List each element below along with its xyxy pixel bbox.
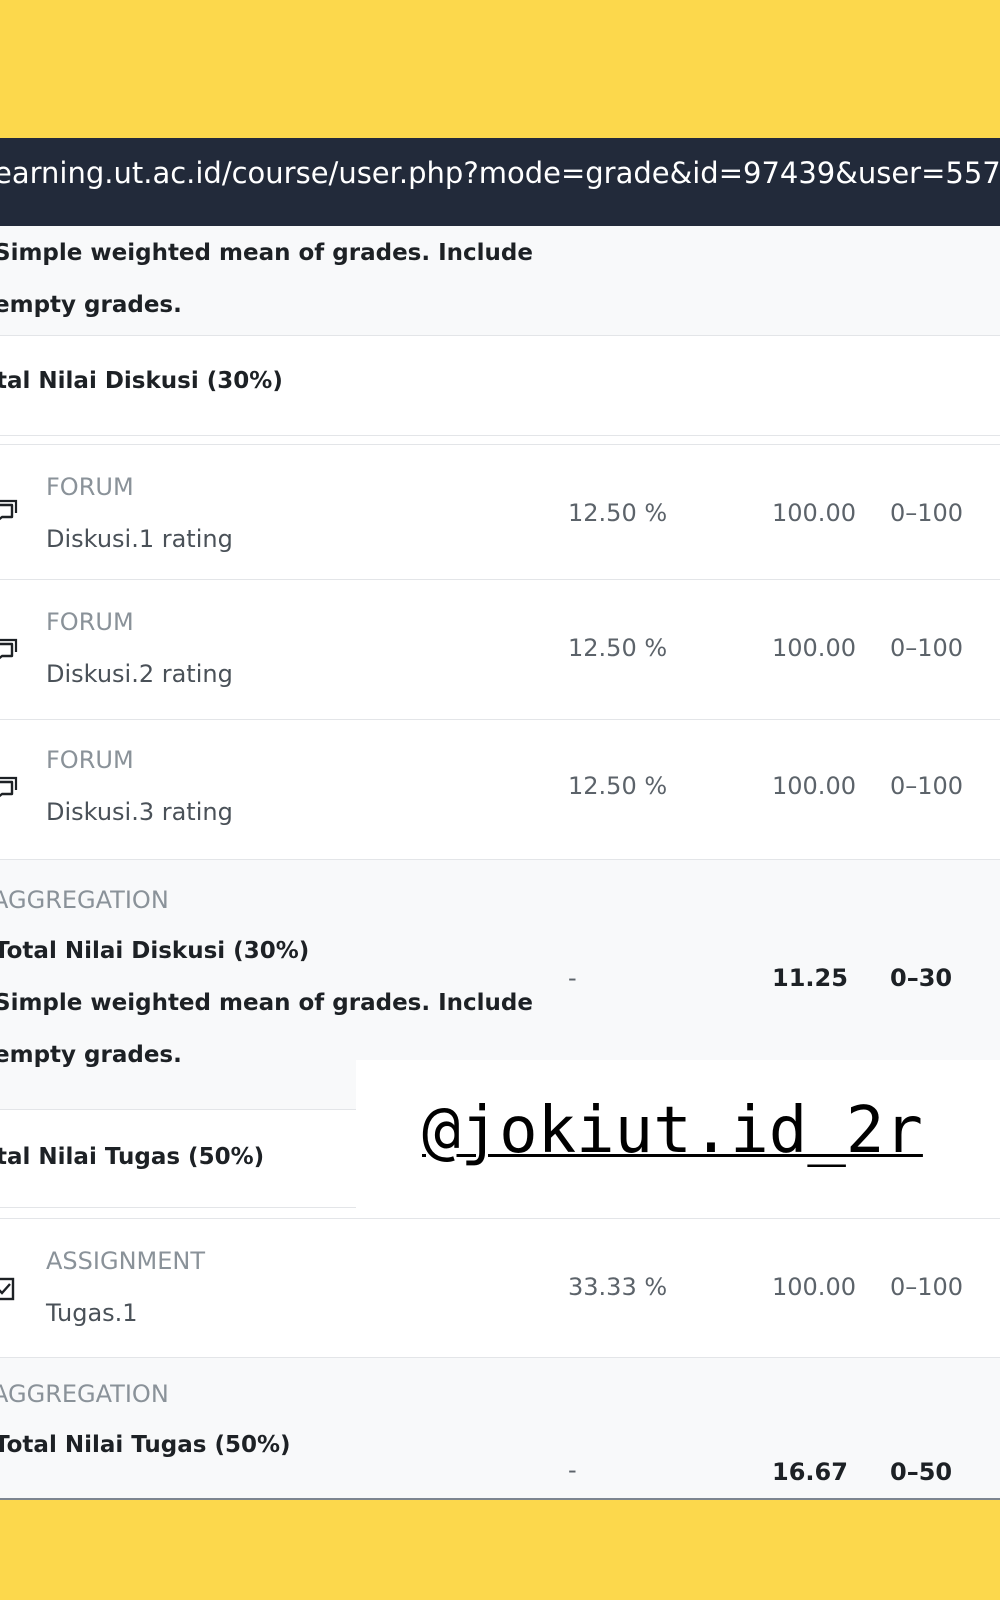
range-value: 0–30	[890, 964, 953, 992]
category-header-row: tal Nilai Diskusi (30%)	[0, 336, 1000, 436]
grade-value: 16.67	[772, 1458, 848, 1486]
description-line: Simple weighted mean of grades. Include	[0, 240, 533, 266]
aggregation-name: Total Nilai Tugas (50%)	[0, 1432, 291, 1458]
watermark-box: @jokiut.id_2r	[356, 1060, 1000, 1192]
url-text[interactable]: earning.ut.ac.id/course/user.php?mode=gr…	[0, 156, 1000, 190]
aggregation-type-label: AGGREGATION	[0, 1380, 169, 1408]
browser-address-bar[interactable]: earning.ut.ac.id/course/user.php?mode=gr…	[0, 138, 1000, 226]
weight-value: -	[568, 1456, 577, 1484]
item-type-label: FORUM	[46, 746, 134, 774]
watermark-text: @jokiut.id_2r	[422, 1094, 923, 1168]
range-value: 0–100	[890, 634, 964, 662]
forum-icon	[0, 776, 18, 798]
aggregation-type-label: AGGREGATION	[0, 886, 169, 914]
assignment-icon	[0, 1277, 15, 1301]
grade-item-row[interactable]: FORUM Diskusi.2 rating 12.50 % 100.00 0–…	[0, 580, 1000, 720]
item-name-link[interactable]: Diskusi.1 rating	[46, 525, 233, 553]
grade-item-row[interactable]: ASSIGNMENT Tugas.1 33.33 % 100.00 0–100	[0, 1218, 1000, 1358]
grade-value: 100.00	[772, 499, 856, 527]
category-description-row: Simple weighted mean of grades. Include …	[0, 226, 1000, 336]
category-header-row: tal Nilai Tugas (50%)	[0, 1110, 356, 1208]
weight-value: -	[568, 964, 577, 992]
item-name-link[interactable]: Tugas.1	[46, 1299, 138, 1327]
forum-icon	[0, 499, 18, 521]
item-type-label: FORUM	[46, 473, 134, 501]
category-title: tal Nilai Tugas (50%)	[0, 1144, 265, 1170]
weight-value: 12.50 %	[568, 634, 668, 662]
category-title: tal Nilai Diskusi (30%)	[0, 368, 283, 394]
item-name-link[interactable]: Diskusi.2 rating	[46, 660, 233, 688]
range-value: 0–100	[890, 499, 964, 527]
weight-value: 33.33 %	[568, 1273, 668, 1301]
item-name-link[interactable]: Diskusi.3 rating	[46, 798, 233, 826]
weight-value: 12.50 %	[568, 772, 668, 800]
forum-icon	[0, 638, 18, 660]
aggregation-row: AGGREGATION Total Nilai Tugas (50%) - 16…	[0, 1358, 1000, 1498]
cropped-bottom-border	[0, 1498, 1000, 1500]
grade-value: 11.25	[772, 964, 848, 992]
range-value: 0–50	[890, 1458, 953, 1486]
aggregation-description: empty grades.	[0, 1042, 182, 1068]
item-type-label: ASSIGNMENT	[46, 1247, 205, 1275]
grade-value: 100.00	[772, 634, 856, 662]
grade-item-row[interactable]: FORUM Diskusi.3 rating 12.50 % 100.00 0–…	[0, 720, 1000, 860]
screenshot-frame: earning.ut.ac.id/course/user.php?mode=gr…	[0, 138, 1000, 1500]
description-line: empty grades.	[0, 292, 182, 318]
grade-item-row[interactable]: FORUM Diskusi.1 rating 12.50 % 100.00 0–…	[0, 444, 1000, 580]
range-value: 0–100	[890, 1273, 964, 1301]
grade-value: 100.00	[772, 772, 856, 800]
item-type-label: FORUM	[46, 608, 134, 636]
range-value: 0–100	[890, 772, 964, 800]
grade-value: 100.00	[772, 1273, 856, 1301]
weight-value: 12.50 %	[568, 499, 668, 527]
aggregation-name: Total Nilai Diskusi (30%)	[0, 938, 310, 964]
aggregation-description: Simple weighted mean of grades. Include	[0, 990, 533, 1016]
